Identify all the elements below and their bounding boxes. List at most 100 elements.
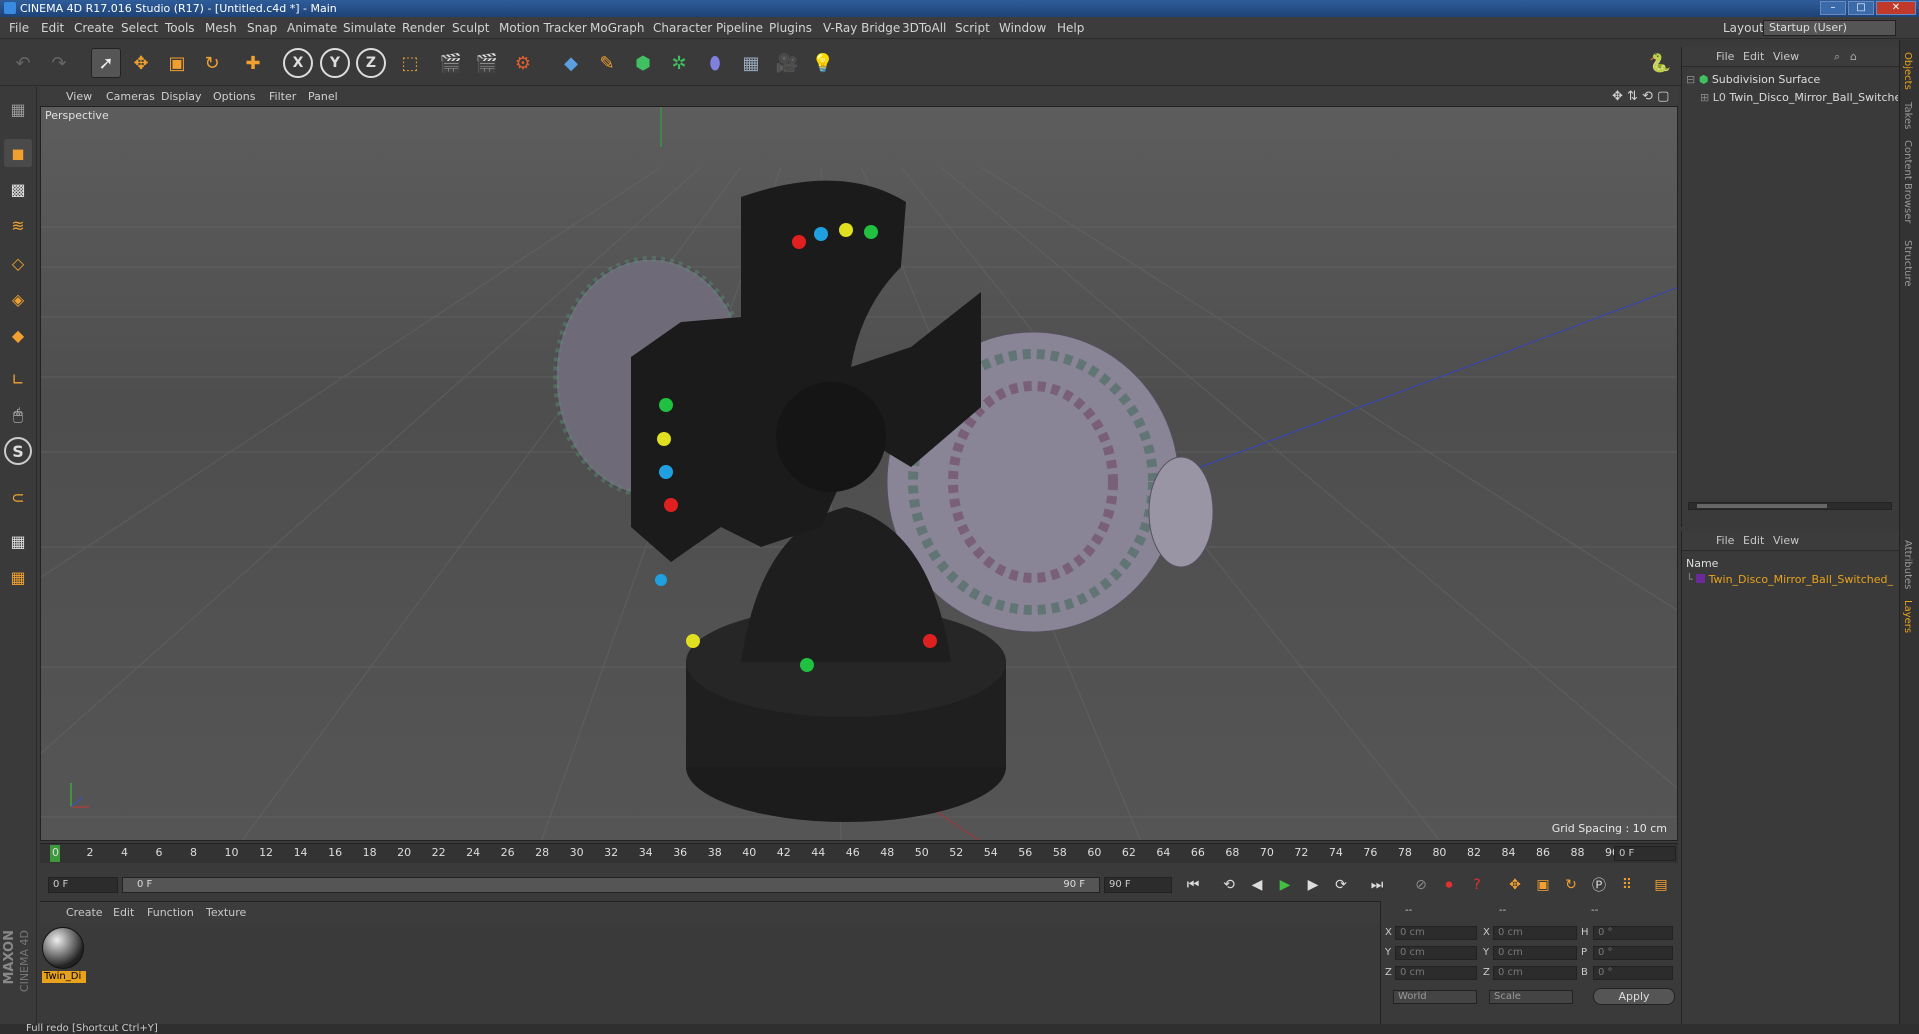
move-icon[interactable]: ✥ [126, 48, 156, 78]
axis-mode-icon[interactable]: ∟ [4, 365, 32, 393]
menu-sculpt[interactable]: Sculpt [452, 17, 489, 39]
menu-render[interactable]: Render [402, 17, 445, 39]
size-mode-dropdown[interactable]: Scale [1489, 990, 1573, 1004]
polygons-mode-icon[interactable]: ◆ [4, 321, 32, 349]
size-y-field[interactable]: 0 cm [1493, 946, 1577, 960]
render-view-icon[interactable]: 🎬 [436, 48, 466, 78]
menu-simulate[interactable]: Simulate [343, 17, 396, 39]
record-keys-icon[interactable]: ⊘ [1410, 874, 1432, 896]
menu-snap[interactable]: Snap [247, 17, 277, 39]
autokey-icon[interactable]: ⏺ [1438, 874, 1460, 896]
floor-icon[interactable]: ▦ [736, 48, 766, 78]
deformer-icon[interactable]: ⬮ [700, 48, 730, 78]
size-z-field[interactable]: 0 cm [1493, 966, 1577, 980]
minimize-button[interactable]: – [1820, 1, 1846, 15]
render-settings-icon[interactable]: ⚙ [508, 48, 538, 78]
go-to-start-icon[interactable]: ⏮ [1182, 874, 1204, 896]
side-tab-attributes[interactable]: Attributes [1902, 540, 1913, 589]
key-rotation-icon[interactable]: ↻ [1560, 874, 1582, 896]
next-key-icon[interactable]: ⟳ [1330, 874, 1352, 896]
y-axis-lock-icon[interactable]: Y [320, 48, 350, 78]
size-x-field[interactable]: 0 cm [1493, 926, 1577, 940]
apply-button[interactable]: Apply [1593, 988, 1675, 1005]
timeline-window-icon[interactable]: ▤ [1650, 874, 1672, 896]
om-search-icon[interactable]: ⌕ [1834, 47, 1840, 67]
viewport-menu-options[interactable]: Options [213, 87, 255, 106]
om-menu-file[interactable]: File [1716, 47, 1734, 67]
redo-icon[interactable]: ↷ [44, 48, 74, 78]
key-help-icon[interactable]: ? [1466, 874, 1488, 896]
maximize-button[interactable]: □ [1848, 1, 1874, 15]
perspective-viewport[interactable]: Perspective Grid Spacing : 10 cm [40, 106, 1678, 841]
edges-mode-icon[interactable]: ◈ [4, 285, 32, 313]
viewport-menu-view[interactable]: View [66, 87, 92, 106]
lock-workplane-icon[interactable]: ▦ [4, 527, 32, 555]
pos-y-field[interactable]: 0 cm [1395, 946, 1477, 960]
material-menu-texture[interactable]: Texture [206, 902, 246, 924]
menu-pipeline[interactable]: Pipeline [716, 17, 763, 39]
side-tab-structure[interactable]: Structure [1902, 240, 1913, 287]
snap-magnet-icon[interactable]: ⊂ [4, 483, 32, 511]
texture-mode-icon[interactable]: ▩ [4, 175, 32, 203]
material-name-label[interactable]: Twin_Di [42, 971, 86, 983]
current-frame-field[interactable]: 0 F [1614, 846, 1676, 861]
timeline-ruler[interactable]: 0 2 4 6 8 10 12 14 16 18 20 22 24 26 28 30 32 34 36 38 40 42 4… [40, 843, 1678, 863]
viewport-menu-cameras[interactable]: Cameras [106, 87, 155, 106]
end-frame-field[interactable]: 90 F [1104, 877, 1172, 893]
menu-3dtoall[interactable]: 3DToAll [902, 17, 946, 39]
scale-icon[interactable]: ▣ [162, 48, 192, 78]
undo-icon[interactable]: ↶ [8, 48, 38, 78]
coordinate-system-icon[interactable]: ⬚ [395, 48, 425, 78]
menu-mograph[interactable]: MoGraph [590, 17, 645, 39]
frame-range-slider[interactable]: 0 F 90 F [122, 877, 1100, 893]
menu-file[interactable]: File [9, 17, 29, 39]
coordinate-space-dropdown[interactable]: World [1393, 990, 1477, 1004]
side-tab-takes[interactable]: Takes [1902, 102, 1913, 129]
menu-motion-tracker[interactable]: Motion Tracker [499, 17, 587, 39]
object-row-subdivision-surface[interactable]: ⊟ ⬢ Subdivision Surface [1686, 73, 1820, 86]
tweak-mode-icon[interactable]: 🖱 [4, 401, 32, 429]
next-frame-icon[interactable]: ▶ [1302, 874, 1324, 896]
side-tab-layers[interactable]: Layers [1902, 600, 1913, 633]
menu-mesh[interactable]: Mesh [205, 17, 237, 39]
om-home-icon[interactable]: ⌂ [1850, 47, 1857, 67]
material-menu-edit[interactable]: Edit [113, 902, 134, 924]
close-button[interactable]: ✕ [1876, 1, 1916, 15]
rot-p-field[interactable]: 0 ° [1593, 946, 1673, 960]
render-picture-viewer-icon[interactable]: 🎬 [472, 48, 502, 78]
spline-pen-icon[interactable]: ✎ [592, 48, 622, 78]
rot-h-field[interactable]: 0 ° [1593, 926, 1673, 940]
layer-row[interactable]: └ Twin_Disco_Mirror_Ball_Switched_ [1686, 573, 1898, 586]
om-menu-edit[interactable]: Edit [1743, 47, 1764, 67]
workplane-mode-icon[interactable]: ≋ [4, 211, 32, 239]
material-thumbnail[interactable] [42, 927, 84, 969]
viewport-menu-panel[interactable]: Panel [308, 87, 338, 106]
pos-z-field[interactable]: 0 cm [1395, 966, 1477, 980]
material-menu-create[interactable]: Create [66, 902, 103, 924]
previous-key-icon[interactable]: ⟲ [1218, 874, 1240, 896]
previous-frame-icon[interactable]: ◀ [1246, 874, 1268, 896]
python-icon[interactable]: 🐍 [1645, 48, 1675, 78]
pos-x-field[interactable]: 0 cm [1395, 926, 1477, 940]
menu-script[interactable]: Script [955, 17, 990, 39]
solo-icon[interactable]: S [4, 437, 32, 465]
lm-menu-file[interactable]: File [1716, 531, 1734, 551]
cube-primitive-icon[interactable]: ◆ [556, 48, 586, 78]
menu-character[interactable]: Character [653, 17, 712, 39]
lm-menu-edit[interactable]: Edit [1743, 531, 1764, 551]
subdivision-surface-icon[interactable]: ⬢ [628, 48, 658, 78]
viewport-nav-icons[interactable]: ✥ ⇅ ⟲ ▢ [1612, 87, 1669, 106]
menu-create[interactable]: Create [74, 17, 114, 39]
transform-icon[interactable]: ✚ [238, 48, 268, 78]
material-menu-function[interactable]: Function [147, 902, 194, 924]
x-axis-lock-icon[interactable]: X [283, 48, 313, 78]
menu-plugins[interactable]: Plugins [769, 17, 812, 39]
viewport-menu-display[interactable]: Display [161, 87, 202, 106]
menu-window[interactable]: Window [999, 17, 1046, 39]
play-forward-icon[interactable]: ▶ [1274, 874, 1296, 896]
points-mode-icon[interactable]: ◇ [4, 249, 32, 277]
camera-icon[interactable]: 🎥 [772, 48, 802, 78]
object-row-twin-disco[interactable]: ⊞ L0 Twin_Disco_Mirror_Ball_Switched [1700, 91, 1898, 104]
side-tab-content-browser[interactable]: Content Browser [1902, 140, 1913, 223]
rot-b-field[interactable]: 0 ° [1593, 966, 1673, 980]
